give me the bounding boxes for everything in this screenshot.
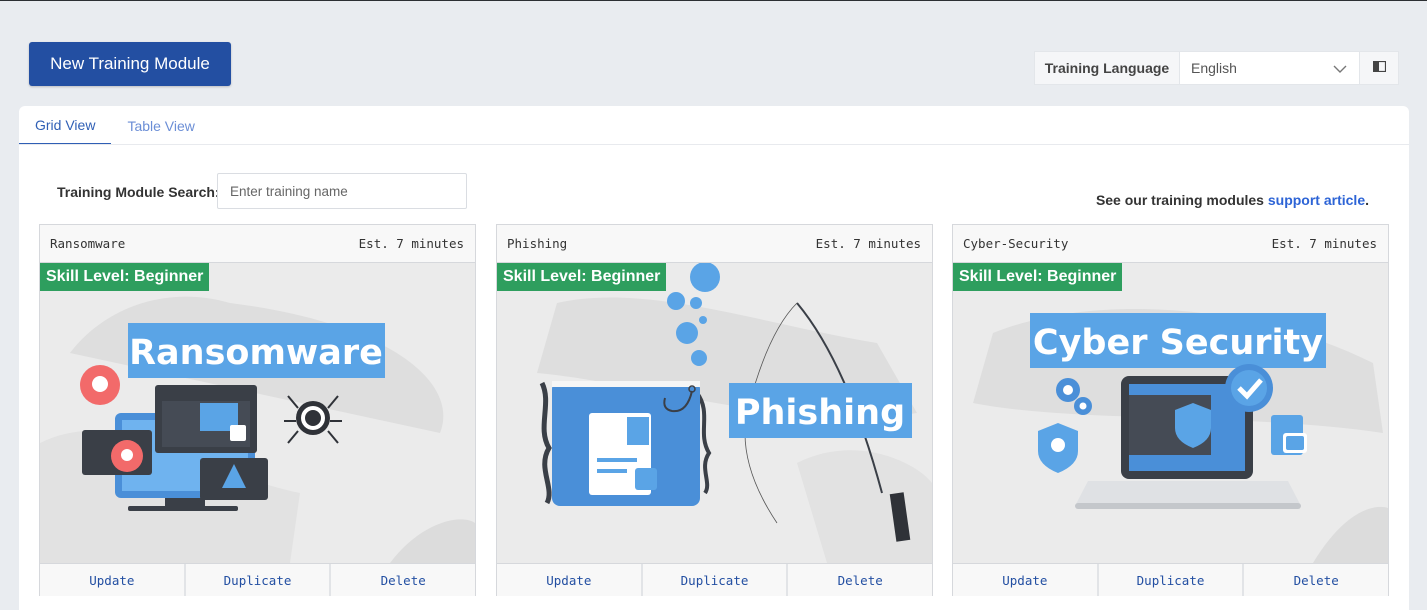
illustration-title: Ransomware [129,333,383,373]
duplicate-button[interactable]: Duplicate [640,564,787,596]
card-header: Cyber-Security Est. 7 minutes [953,225,1388,263]
card-header: Phishing Est. 7 minutes [497,225,932,263]
delete-button[interactable]: Delete [786,564,933,596]
card-duration: Est. 7 minutes [358,236,464,251]
tab-table-view[interactable]: Table View [111,106,210,145]
book-icon [1372,59,1386,77]
module-card-cyber-security: Cyber-Security Est. 7 minutes Skill Leve… [952,224,1389,596]
support-suffix: . [1365,192,1369,208]
card-actions: Update Duplicate Delete [40,563,476,596]
card-duration: Est. 7 minutes [1271,236,1377,251]
support-text: See our training modules support article… [1096,192,1369,208]
new-training-module-button[interactable]: New Training Module [29,42,231,86]
support-article-link[interactable]: support article [1268,192,1365,208]
illustration-title: Phishing [735,393,905,433]
card-module-name: Ransomware [50,236,126,251]
module-card-phishing: Phishing Est. 7 minutes Skill Level: Beg… [496,224,933,596]
training-language-group: Training Language English [1034,51,1399,85]
card-actions: Update Duplicate Delete [497,563,933,596]
delete-button[interactable]: Delete [1242,564,1389,596]
duplicate-button[interactable]: Duplicate [1096,564,1243,596]
card-thumbnail[interactable]: Skill Level: Beginner Phishing [497,263,932,563]
card-thumbnail[interactable]: Skill Level: Beginner Ransomware [40,263,475,563]
duplicate-button[interactable]: Duplicate [183,564,330,596]
illustration-title: Cyber Security [1033,323,1323,363]
view-tabs: Grid View Table View [19,106,211,145]
skill-level-badge: Skill Level: Beginner [40,263,210,291]
delete-button[interactable]: Delete [329,564,476,596]
ransomware-illustration: Ransomware [40,296,475,563]
training-search-input[interactable] [217,173,467,209]
tab-grid-view[interactable]: Grid View [19,106,112,145]
support-prefix: See our training modules [1095,192,1268,208]
update-button[interactable]: Update [40,564,184,596]
language-book-button[interactable] [1360,52,1398,84]
update-button[interactable]: Update [953,564,1097,596]
training-language-value: English [1191,60,1237,76]
update-button[interactable]: Update [497,564,641,596]
skill-level-badge: Skill Level: Beginner [497,263,667,291]
training-language-label: Training Language [1035,52,1180,84]
training-modules-panel: Grid View Table View Training Module Sea… [19,106,1409,610]
skill-level-badge: Skill Level: Beginner [953,263,1123,291]
cyber-security-illustration: Cyber Security [973,309,1388,563]
training-language-select[interactable]: English [1180,52,1360,84]
card-thumbnail[interactable]: Skill Level: Beginner Cyber Security [953,263,1388,563]
card-header: Ransomware Est. 7 minutes [40,225,475,263]
card-duration: Est. 7 minutes [815,236,921,251]
module-card-ransomware: Ransomware Est. 7 minutes Skill Level: B… [39,224,476,596]
chevron-down-icon [1333,60,1347,76]
phishing-illustration: Phishing [537,263,932,563]
card-module-name: Cyber-Security [963,236,1069,251]
search-label: Training Module Search: [57,184,220,200]
card-actions: Update Duplicate Delete [953,563,1389,596]
card-module-name: Phishing [507,236,568,251]
tab-divider [19,144,1409,145]
